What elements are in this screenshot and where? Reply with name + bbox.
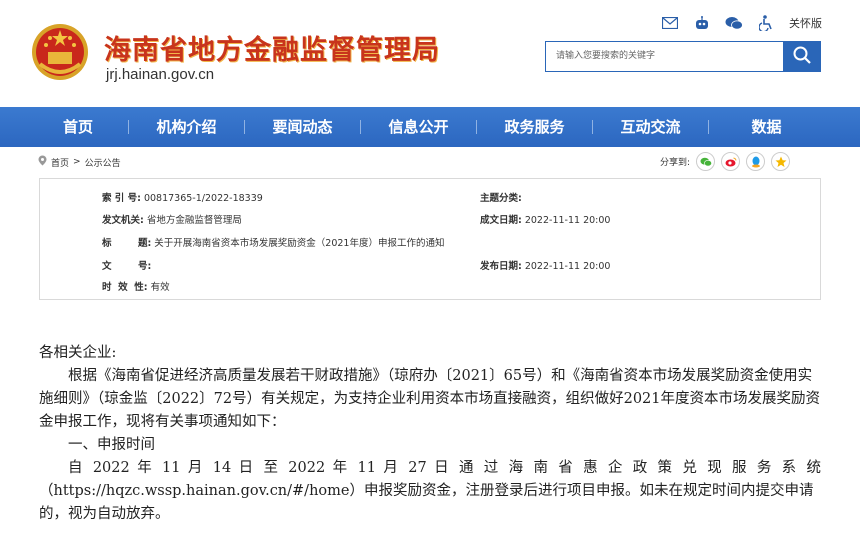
wechat-share-icon[interactable] [696,152,715,171]
meta-date: 成文日期: 2022-11-11 20:00 [480,212,610,226]
mail-icon[interactable] [661,14,679,32]
salutation: 各相关企业: [39,345,117,361]
breadcrumb-home[interactable]: 首页 [51,156,69,169]
meta-date-label: 成文日期: [480,215,522,226]
nav-item-interaction[interactable]: 互动交流 [593,107,708,147]
meta-docno: 文 号: [102,258,151,272]
search-icon [792,45,812,69]
article-body: 各相关企业: 根据《海南省促进经济高质量发展若干财政措施》（琼府办〔2021〕6… [39,342,821,526]
wechat-icon[interactable] [725,14,743,32]
search-input[interactable]: 请输入您要搜索的关键字 [545,41,783,72]
nav-item-disclosure[interactable]: 信息公开 [361,107,476,147]
document-metadata-panel: 索 引 号: 00817365-1/2022-18339 主题分类: 发文机关:… [39,178,821,300]
nav-item-data[interactable]: 数据 [709,107,824,147]
breadcrumb-current[interactable]: 公示公告 [85,156,121,169]
care-version-link[interactable]: 关怀版 [789,15,822,31]
meta-pubdate-label: 发布日期: [480,261,522,272]
breadcrumb-row: 首页 > 公示公告 分享到: [0,152,860,174]
meta-issuer-label: 发文机关: [102,215,144,226]
qzone-share-icon[interactable] [771,152,790,171]
share-label: 分享到: [659,158,690,168]
meta-index-value: 00817365-1/2022-18339 [143,193,263,204]
meta-index: 索 引 号: 00817365-1/2022-18339 [102,190,263,204]
search-button[interactable] [783,41,821,72]
meta-pubdate-value: 2022-11-11 20:00 [524,261,611,272]
breadcrumb: 首页 > 公示公告 [38,155,121,169]
location-pin-icon [38,155,47,169]
meta-issuer: 发文机关: 省地方金融监督管理局 [102,212,242,226]
qq-share-icon[interactable] [746,152,765,171]
meta-pubdate: 发布日期: 2022-11-11 20:00 [480,258,610,272]
meta-topic: 主题分类: [480,190,522,204]
meta-title: 标 题: 关于开展海南省资本市场发展奖励资金（2021年度）申报工作的通知 [102,235,444,249]
share-bar: 分享到: [660,152,790,171]
site-domain: jrj.hainan.gov.cn [106,66,215,83]
meta-validity-value: 有效 [150,282,170,293]
meta-title-value: 关于开展海南省资本市场发展奖励资金（2021年度）申报工作的通知 [154,238,445,249]
top-utility-bar: 关怀版 [661,14,822,32]
meta-validity-label: 时 效 性: [102,282,148,293]
site-header: 海南省地方金融监督管理局 jrj.hainan.gov.cn 关怀版 请输入您要… [0,0,860,107]
nav-item-about[interactable]: 机构介绍 [129,107,244,147]
section-heading: 一、申报时间 [68,437,155,453]
robot-icon[interactable] [693,14,711,32]
meta-index-label: 索 引 号: [102,193,141,204]
meta-validity: 时 效 性: 有效 [102,279,170,293]
paragraph-line: 自 2022 年 11 月 14 日 至 2022 年 11 月 27 日 通 … [68,460,821,476]
breadcrumb-separator: > [73,157,81,167]
meta-topic-label: 主题分类: [480,193,522,204]
meta-docno-label: 文 号: [102,261,152,272]
weibo-share-icon[interactable] [721,152,740,171]
paragraph: （https://hqzc.wssp.hainan.gov.cn/#/home）… [39,483,814,522]
meta-issuer-value: 省地方金融监督管理局 [146,215,242,226]
meta-title-label: 标 题: [102,238,152,249]
site-title[interactable]: 海南省地方金融监督管理局 [104,28,440,67]
meta-date-value: 2022-11-11 20:00 [524,215,611,226]
nav-item-services[interactable]: 政务服务 [477,107,592,147]
main-nav: 首页 机构介绍 要闻动态 信息公开 政务服务 互动交流 数据 [0,107,860,147]
accessibility-icon[interactable] [757,14,775,32]
nav-item-news[interactable]: 要闻动态 [245,107,360,147]
national-emblem-logo[interactable] [30,22,90,82]
paragraph: 根据《海南省促进经济高质量发展若干财政措施》（琼府办〔2021〕65号）和《海南… [39,368,820,430]
nav-item-home[interactable]: 首页 [28,107,128,147]
